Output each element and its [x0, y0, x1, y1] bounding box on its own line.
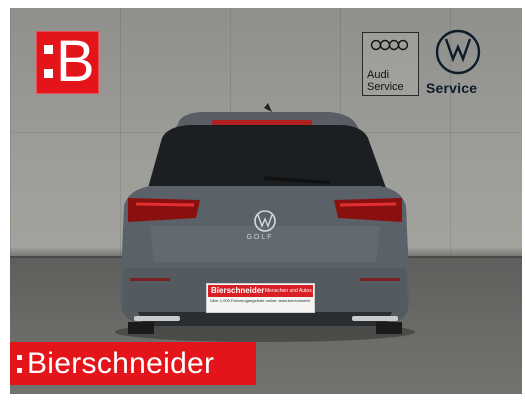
exhaust-trim-right — [352, 316, 398, 321]
banner-dot-top — [17, 355, 22, 360]
plate-tagline: Menschen und Autos. — [265, 288, 314, 294]
exhaust-trim-left — [134, 316, 180, 321]
tire-left — [128, 322, 154, 334]
shark-fin-antenna — [264, 103, 272, 112]
dealer-plate: Bierschneider Menschen und Autos. Über 1… — [206, 283, 315, 313]
banner-dot-bottom — [17, 368, 22, 373]
plate-brand: Bierschneider — [211, 286, 265, 295]
vw-golf-rear — [115, 103, 415, 342]
brake-light-top — [212, 120, 312, 125]
plate-info: Über 1.000 Fahrzeugangebote online: www.… — [210, 298, 310, 303]
tail-light-left-strip — [135, 202, 195, 207]
banner-text: Bierschneider — [27, 347, 215, 380]
bierschneider-banner: Bierschneider — [10, 342, 256, 385]
tail-light-right-strip — [339, 202, 397, 207]
tire-right — [376, 322, 402, 334]
golf-badge: GOLF — [246, 234, 274, 241]
tail-light-left — [128, 198, 200, 222]
reflector-left — [130, 278, 170, 281]
reflector-right — [360, 278, 400, 281]
